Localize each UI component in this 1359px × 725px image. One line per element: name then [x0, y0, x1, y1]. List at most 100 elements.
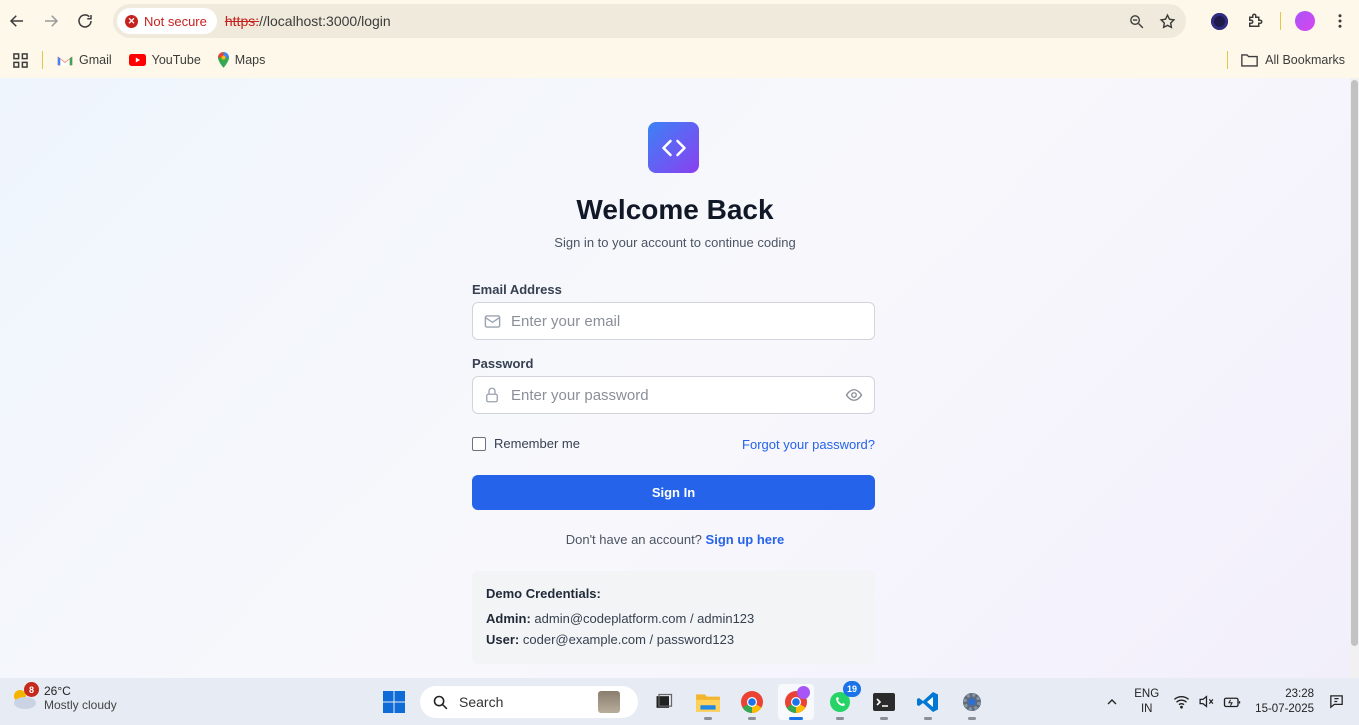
terminal-icon [873, 693, 895, 711]
bookmark-label: Maps [234, 53, 266, 67]
bookmark-maps[interactable]: Maps [217, 52, 266, 68]
password-input[interactable] [511, 377, 834, 413]
bookmarks-divider [42, 51, 43, 69]
demo-user-label: User: [486, 632, 520, 647]
email-field[interactable] [472, 302, 875, 340]
extensions-puzzle-icon[interactable] [1244, 10, 1266, 32]
extension-dark-icon[interactable] [1208, 10, 1230, 32]
app-logo [648, 122, 699, 173]
profile-avatar[interactable] [1295, 11, 1315, 31]
gmail-icon [57, 56, 73, 65]
page-title: Welcome Back [576, 194, 774, 225]
search-icon [433, 695, 448, 709]
all-bookmarks[interactable]: All Bookmarks [1241, 42, 1345, 78]
demo-credentials-box: Demo Credentials: Admin: admin@codeplatf… [472, 571, 875, 664]
all-bookmarks-label: All Bookmarks [1265, 53, 1345, 67]
menu-dots-icon[interactable] [1329, 10, 1351, 32]
url-scheme: https: [224, 13, 260, 29]
wifi-icon [1174, 695, 1190, 709]
signup-prompt: Don't have an account? Sign up here [0, 532, 1350, 547]
scrollbar-thumb[interactable] [1351, 80, 1358, 646]
demo-admin-label: Admin: [486, 611, 531, 626]
show-password-eye-icon[interactable] [834, 386, 874, 404]
demo-heading: Demo Credentials: [486, 586, 601, 601]
clock[interactable]: 23:28 15-07-2025 [1255, 687, 1314, 717]
zoom-icon[interactable] [1128, 13, 1145, 30]
system-tray: ENG IN 23:28 15-07-2025 [1104, 678, 1345, 725]
date: 15-07-2025 [1255, 702, 1314, 715]
url-path: //localhost:3000/login [259, 13, 391, 29]
vscode-icon [917, 692, 938, 712]
not-secure-icon: ✕ [125, 14, 138, 28]
code-icon [661, 139, 686, 156]
remember-me[interactable]: Remember me [472, 436, 580, 451]
youtube-icon [128, 54, 146, 66]
address-bar[interactable]: ✕ Not secure https://localhost:3000/logi… [113, 4, 1186, 38]
demo-user-value: coder@example.com / password123 [522, 632, 735, 647]
lang-top: ENG [1134, 687, 1160, 700]
page-subtitle: Sign in to your account to continue codi… [554, 235, 796, 250]
quick-settings[interactable] [1173, 693, 1241, 711]
mute-icon [1199, 695, 1214, 708]
chevron-up-icon[interactable] [1104, 694, 1120, 710]
settings-app[interactable] [954, 684, 990, 720]
cloud-sun-icon: 8 [10, 682, 39, 712]
temperature: 26°C [44, 684, 71, 698]
bookmarks-bar: Gmail YouTube Maps All Bookmarks [0, 42, 1359, 78]
remember-checkbox[interactable] [472, 436, 486, 451]
bookmark-label: Gmail [79, 53, 112, 67]
signup-text: Don't have an account? [565, 532, 702, 547]
whatsapp-badge: 19 [843, 681, 861, 697]
back-button[interactable] [0, 4, 34, 38]
security-chip[interactable]: ✕ Not secure [117, 8, 217, 34]
task-view-icon [656, 693, 673, 708]
forgot-password-link[interactable]: Forgot your password? [742, 437, 875, 452]
bookmark-youtube[interactable]: YouTube [128, 53, 201, 67]
windows-icon [383, 691, 405, 713]
lang-bottom: IN [1140, 702, 1153, 715]
vscode-app[interactable] [910, 684, 946, 720]
bookmark-gmail[interactable]: Gmail [57, 53, 112, 67]
folder-icon [696, 694, 720, 712]
time: 23:28 [1285, 687, 1314, 700]
bookmarks-divider-right [1227, 51, 1228, 69]
password-field[interactable] [472, 376, 875, 414]
chrome-active-app[interactable] [778, 684, 814, 720]
page-scrollbar[interactable] [1350, 78, 1359, 678]
sign-in-button[interactable]: Sign In [472, 475, 875, 510]
security-label: Not secure [144, 13, 207, 29]
taskbar-search[interactable]: Search [420, 686, 638, 718]
sign-up-link[interactable]: Sign up here [706, 532, 785, 547]
gear-icon [963, 693, 981, 711]
weather-widget[interactable]: 8 26°C Mostly cloudy [10, 682, 117, 712]
remember-label: Remember me [494, 436, 580, 451]
password-label: Password [472, 356, 534, 371]
url-text[interactable]: https://localhost:3000/login [225, 13, 391, 29]
whatsapp-app[interactable]: 19 [822, 681, 861, 720]
mail-icon [473, 312, 511, 331]
browser-toolbar: ✕ Not secure https://localhost:3000/logi… [0, 0, 1359, 42]
profile-overlay-icon [797, 686, 810, 699]
demo-user-row: User: coder@example.com / password123 [486, 632, 861, 647]
start-button[interactable] [376, 684, 412, 720]
chrome-profile-app[interactable] [734, 684, 770, 720]
language-indicator[interactable]: ENG IN [1134, 687, 1159, 717]
reload-button[interactable] [68, 4, 102, 38]
email-input[interactable] [511, 303, 874, 339]
weather-badge: 8 [24, 682, 39, 697]
weather-condition: Mostly cloudy [44, 698, 117, 712]
apps-grid-icon[interactable] [0, 52, 40, 68]
maps-icon [217, 52, 229, 68]
star-icon[interactable] [1159, 12, 1176, 30]
lock-icon [473, 386, 511, 404]
chrome-icon [741, 691, 763, 713]
demo-admin-value: admin@codeplatform.com / admin123 [534, 611, 755, 626]
terminal-app[interactable] [866, 684, 902, 720]
file-explorer-app[interactable] [690, 684, 726, 720]
forward-button[interactable] [34, 4, 68, 38]
bookmark-label: YouTube [151, 53, 201, 67]
toolbar-divider [1280, 12, 1281, 30]
task-view-app[interactable] [646, 684, 682, 720]
notification-icon[interactable] [1328, 693, 1345, 710]
demo-admin-row: Admin: admin@codeplatform.com / admin123 [486, 611, 861, 626]
